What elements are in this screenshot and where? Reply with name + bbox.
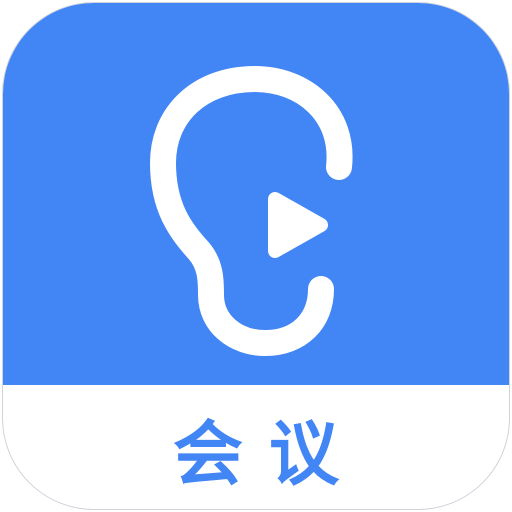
app-label: 会议 <box>173 412 365 495</box>
play-icon <box>268 192 328 258</box>
ear-icon <box>150 66 353 356</box>
icon-blue-panel <box>3 3 509 385</box>
app-icon[interactable]: 会议 <box>2 2 510 510</box>
